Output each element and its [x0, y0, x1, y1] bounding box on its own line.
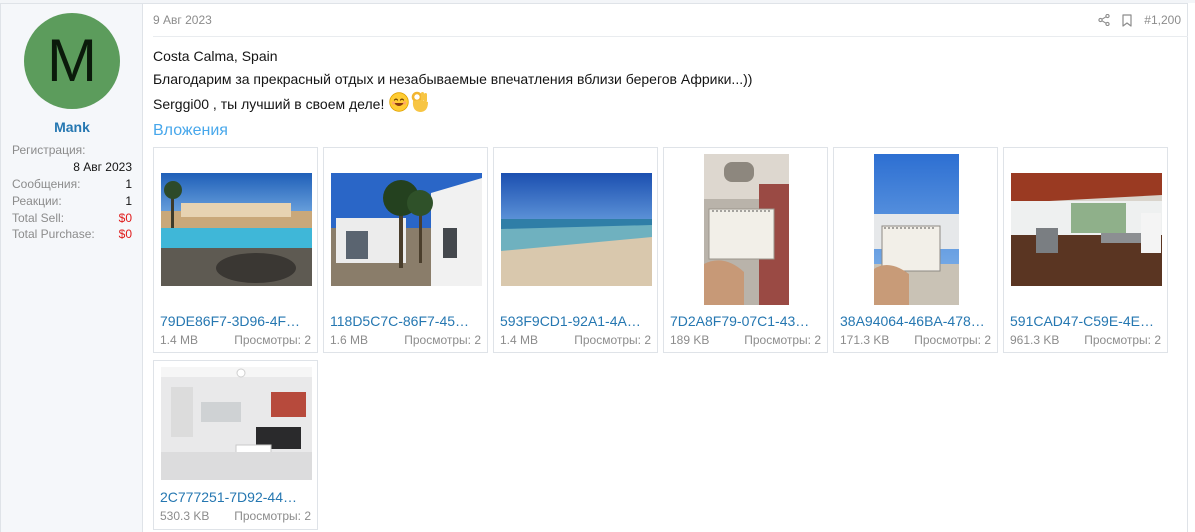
- post-date[interactable]: 9 Авг 2023: [153, 13, 212, 27]
- attachment-size: 1.6 MB: [330, 333, 369, 347]
- post-text-line: Благодарим за прекрасный отдых и незабыв…: [153, 71, 753, 87]
- post-header-actions: #1,200: [1098, 11, 1181, 29]
- airport-notepad-photo-image: [874, 154, 959, 305]
- airplane-notepad-photo-image: [704, 154, 789, 305]
- attachment-size: 1.4 MB: [500, 333, 539, 347]
- share-icon[interactable]: [1098, 14, 1110, 26]
- post-number-link[interactable]: #1,200: [1144, 13, 1181, 27]
- attachment-views: Просмотры: 2: [914, 333, 991, 347]
- smile-emoji-icon: [389, 92, 410, 115]
- attachment-tile[interactable]: 79DE86F7-3D96-4F… 1.4 MB Просмотры: 2: [153, 147, 318, 353]
- attachment-filename-link[interactable]: 38A94064-46BA-478…: [840, 313, 992, 329]
- terrace-photo-image: [1011, 173, 1162, 286]
- attachment-views: Просмотры: 2: [1084, 333, 1161, 347]
- forum-post: M Mank Регистрация: 8 Авг 2023 Сообщения…: [0, 3, 1188, 532]
- beach-photo-image: [501, 173, 652, 286]
- attachment-size: 530.3 KB: [160, 509, 210, 523]
- attachment-thumbnail[interactable]: [841, 154, 992, 305]
- attachment-thumbnail[interactable]: [671, 154, 822, 305]
- post-text-line: Serggi00 , ты лучший в своем деле!: [153, 95, 385, 112]
- attachment-tile[interactable]: 7D2A8F79-07C1-43… 189 KB Просмотры: 2: [663, 147, 828, 353]
- attachment-size: 189 KB: [670, 333, 710, 347]
- header-divider: [153, 36, 1188, 37]
- attachment-thumbnail[interactable]: [501, 154, 652, 305]
- user-stat-value: $0: [118, 211, 132, 225]
- user-stat-value: $0: [118, 227, 132, 241]
- attachment-filename-link[interactable]: 591CAD47-C59E-4E…: [1010, 313, 1162, 329]
- attachment-views: Просмотры: 2: [744, 333, 821, 347]
- attachment-size: 171.3 KB: [840, 333, 890, 347]
- user-sidebar: M Mank Регистрация: 8 Авг 2023 Сообщения…: [1, 4, 143, 532]
- post-text-line: Costa Calma, Spain: [153, 48, 278, 64]
- user-stat-label: Реакции:: [12, 194, 62, 208]
- attachment-tile[interactable]: 38A94064-46BA-478… 171.3 KB Просмотры: 2: [833, 147, 998, 353]
- attachment-filename-link[interactable]: 2C777251-7D92-44…: [160, 489, 312, 505]
- attachment-views: Просмотры: 2: [234, 333, 311, 347]
- user-stat-value: 1: [125, 194, 132, 208]
- attachments-heading: Вложения: [153, 122, 228, 139]
- bookmark-icon[interactable]: [1122, 13, 1132, 27]
- attachment-tile[interactable]: 591CAD47-C59E-4E… 961.3 KB Просмотры: 2: [1003, 147, 1168, 353]
- avatar[interactable]: M: [24, 13, 120, 109]
- user-stat-registration-date: 8 Авг 2023: [12, 159, 132, 175]
- attachment-size: 1.4 MB: [160, 333, 199, 347]
- user-stat-label: Total Purchase:: [12, 227, 95, 241]
- attachment-tile[interactable]: 2C777251-7D92-44… 530.3 KB Просмотры: 2: [153, 360, 318, 530]
- user-stat-label: Сообщения:: [12, 177, 81, 191]
- room-photo-image: [161, 367, 312, 480]
- attachment-tile[interactable]: 118D5C7C-86F7-45… 1.6 MB Просмотры: 2: [323, 147, 488, 353]
- post-main: 9 Авг 2023 #1,200 Costa Calma, Spain Бла…: [143, 4, 1188, 532]
- user-stat-total-sell: Total Sell: $0: [12, 210, 132, 226]
- attachment-thumbnail[interactable]: [161, 154, 312, 305]
- attachment-thumbnail[interactable]: [1011, 154, 1162, 305]
- attachment-filename-link[interactable]: 118D5C7C-86F7-45…: [330, 313, 482, 329]
- user-stat-label: Регистрация:: [12, 143, 86, 157]
- attachment-views: Просмотры: 2: [234, 509, 311, 523]
- user-stat-label: Total Sell:: [12, 211, 65, 225]
- attachment-thumbnail[interactable]: [331, 154, 482, 305]
- villa-palms-photo-image: [331, 173, 482, 286]
- attachment-filename-link[interactable]: 79DE86F7-3D96-4F…: [160, 313, 312, 329]
- user-stat-value: 8 Авг 2023: [73, 160, 132, 174]
- attachment-tile[interactable]: 593F9CD1-92A1-4A… 1.4 MB Просмотры: 2: [493, 147, 658, 353]
- user-stat-value: 1: [125, 177, 132, 191]
- user-stat-total-purchase: Total Purchase: $0: [12, 226, 132, 242]
- attachment-views: Просмотры: 2: [574, 333, 651, 347]
- user-stat-registration: Регистрация:: [12, 142, 132, 158]
- attachment-views: Просмотры: 2: [404, 333, 481, 347]
- user-stat-reactions: Реакции: 1: [12, 193, 132, 209]
- username-link[interactable]: Mank: [1, 119, 143, 135]
- pool-photo-image: [161, 173, 312, 286]
- attachment-filename-link[interactable]: 7D2A8F79-07C1-43…: [670, 313, 822, 329]
- user-stat-messages: Сообщения: 1: [12, 176, 132, 192]
- attachment-size: 961.3 KB: [1010, 333, 1060, 347]
- ok-hand-emoji-icon: [410, 91, 430, 116]
- post-text-line-3: Serggi00 , ты лучший в своем деле!: [153, 91, 430, 116]
- attachment-filename-link[interactable]: 593F9CD1-92A1-4A…: [500, 313, 652, 329]
